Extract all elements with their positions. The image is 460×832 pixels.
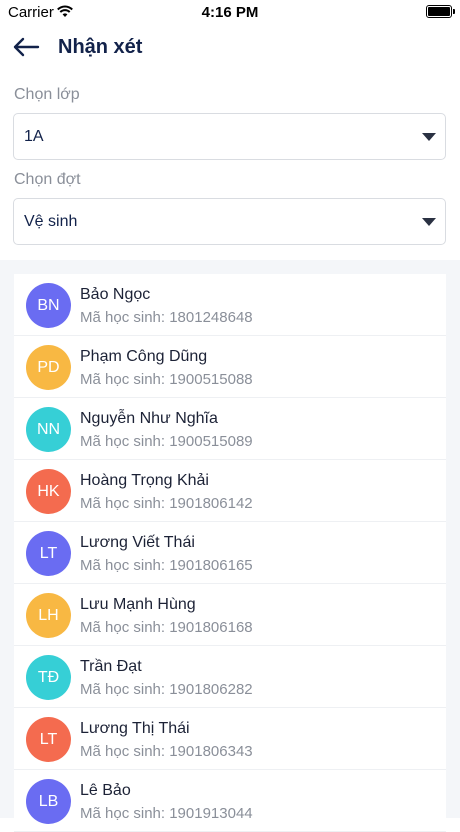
student-row[interactable]: PD Phạm Công Dũng Mã học sinh: 190051508… <box>14 336 446 398</box>
student-name: Lương Thị Thái <box>80 720 190 737</box>
student-code: Mã học sinh: 1900515088 <box>80 371 253 388</box>
avatar: PD <box>26 345 71 390</box>
avatar: TĐ <box>26 655 71 700</box>
student-name: Bảo Ngọc <box>80 286 151 303</box>
student-row[interactable]: BN Bảo Ngọc Mã học sinh: 1801248648 <box>14 274 446 336</box>
avatar: LH <box>26 593 71 638</box>
class-select-label: Chọn lớp <box>14 86 80 103</box>
student-code: Mã học sinh: 1901806282 <box>80 681 253 698</box>
student-code: Mã học sinh: 1901913044 <box>80 805 253 822</box>
student-row[interactable]: LH Lưu Mạnh Hùng Mã học sinh: 1901806168 <box>14 584 446 646</box>
student-name: Nguyễn Như Nghĩa <box>80 410 218 427</box>
page-title: Nhận xét <box>58 36 143 58</box>
student-row[interactable]: NN Nguyễn Như Nghĩa Mã học sinh: 1900515… <box>14 398 446 460</box>
header: Nhận xét <box>0 24 460 70</box>
avatar: BN <box>26 283 71 328</box>
class-select[interactable]: 1A <box>13 113 446 160</box>
avatar: NN <box>26 407 71 452</box>
period-select-value: Vệ sinh <box>24 213 78 230</box>
student-name: Lê Bảo <box>80 782 131 799</box>
student-row[interactable]: LT Lương Viết Thái Mã học sinh: 19018061… <box>14 522 446 584</box>
student-code: Mã học sinh: 1901806165 <box>80 557 253 574</box>
student-row[interactable]: HK Hoàng Trọng Khải Mã học sinh: 1901806… <box>14 460 446 522</box>
student-row[interactable]: LT Lương Thị Thái Mã học sinh: 190180634… <box>14 708 446 770</box>
back-arrow-icon <box>13 37 40 57</box>
student-code: Mã học sinh: 1900515089 <box>80 433 253 450</box>
student-code: Mã học sinh: 1801248648 <box>80 309 253 326</box>
period-select[interactable]: Vệ sinh <box>13 198 446 245</box>
student-name: Hoàng Trọng Khải <box>80 472 209 489</box>
student-name: Trần Đạt <box>80 658 142 675</box>
student-list: BN Bảo Ngọc Mã học sinh: 1801248648 PD P… <box>14 274 446 832</box>
avatar: LT <box>26 531 71 576</box>
student-name: Lương Viết Thái <box>80 534 195 551</box>
student-code: Mã học sinh: 1901806142 <box>80 495 253 512</box>
student-code: Mã học sinh: 1901806168 <box>80 619 253 636</box>
period-select-label: Chọn đợt <box>14 171 81 188</box>
caret-down-icon <box>422 218 436 226</box>
student-name: Phạm Công Dũng <box>80 348 208 365</box>
avatar: LB <box>26 779 71 824</box>
back-button[interactable] <box>8 30 44 64</box>
caret-down-icon <box>422 133 436 141</box>
student-row[interactable]: LB Lê Bảo Mã học sinh: 1901913044 <box>14 770 446 832</box>
student-code: Mã học sinh: 1901806343 <box>80 743 253 760</box>
student-row[interactable]: TĐ Trần Đạt Mã học sinh: 1901806282 <box>14 646 446 708</box>
status-bar: Carrier 4:16 PM <box>0 0 460 24</box>
avatar: HK <box>26 469 71 514</box>
avatar: LT <box>26 717 71 762</box>
battery-icon <box>426 5 455 18</box>
clock: 4:16 PM <box>201 4 259 21</box>
student-name: Lưu Mạnh Hùng <box>80 596 196 613</box>
class-select-value: 1A <box>24 128 44 145</box>
